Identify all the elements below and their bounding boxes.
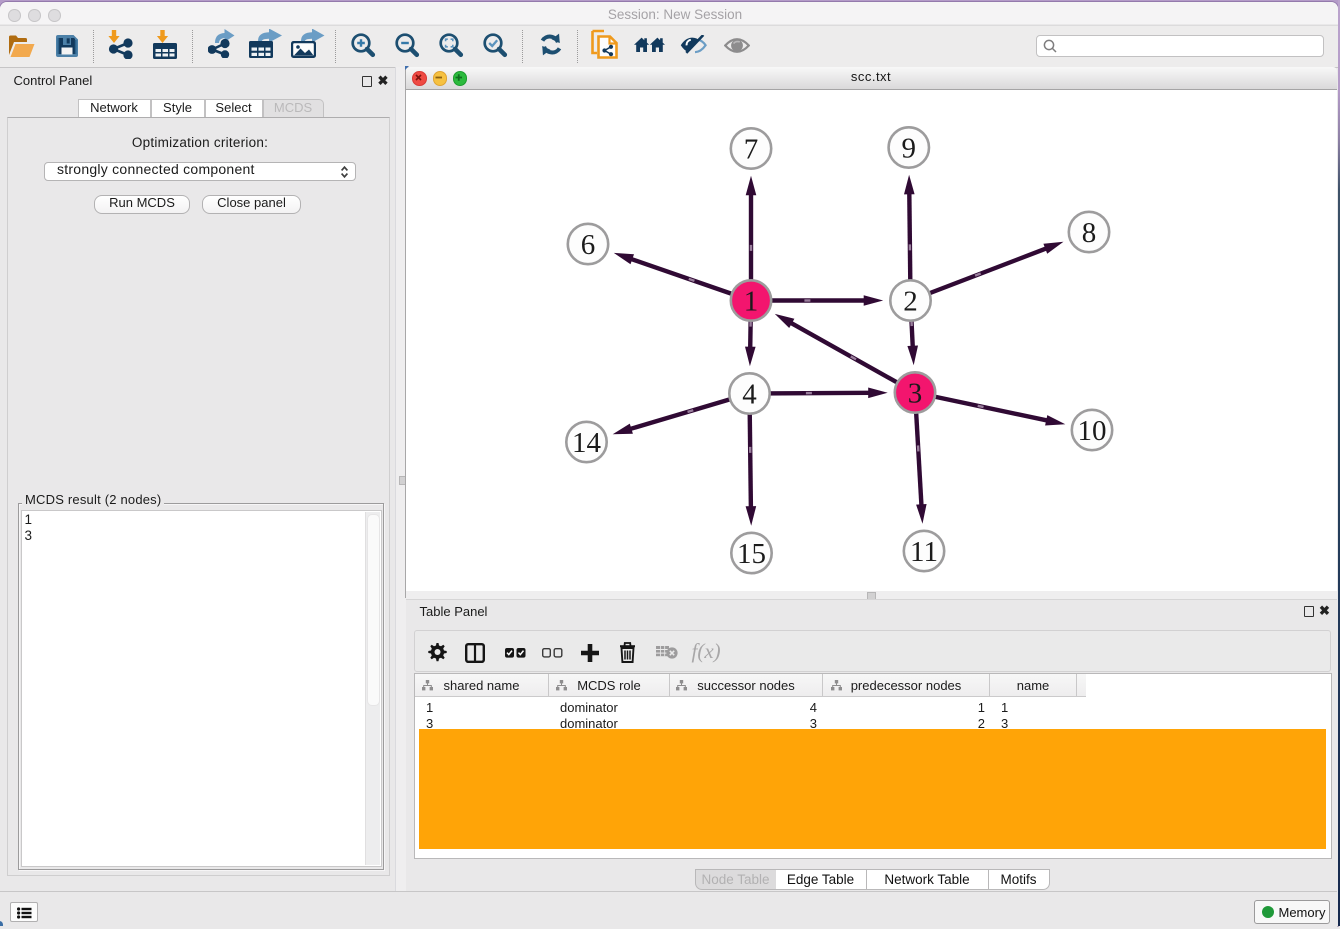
svg-text:6: 6 xyxy=(580,229,595,261)
svg-text:8: 8 xyxy=(1081,217,1096,249)
svg-text:7: 7 xyxy=(743,133,758,165)
svg-text:9: 9 xyxy=(901,132,916,164)
svg-text:2: 2 xyxy=(903,285,918,317)
svg-text:15: 15 xyxy=(737,538,766,570)
svg-text:3: 3 xyxy=(907,377,922,409)
svg-text:14: 14 xyxy=(572,427,602,459)
svg-text:10: 10 xyxy=(1077,415,1106,447)
svg-text:1: 1 xyxy=(743,285,758,317)
svg-text:4: 4 xyxy=(742,378,757,410)
svg-text:11: 11 xyxy=(910,536,938,568)
